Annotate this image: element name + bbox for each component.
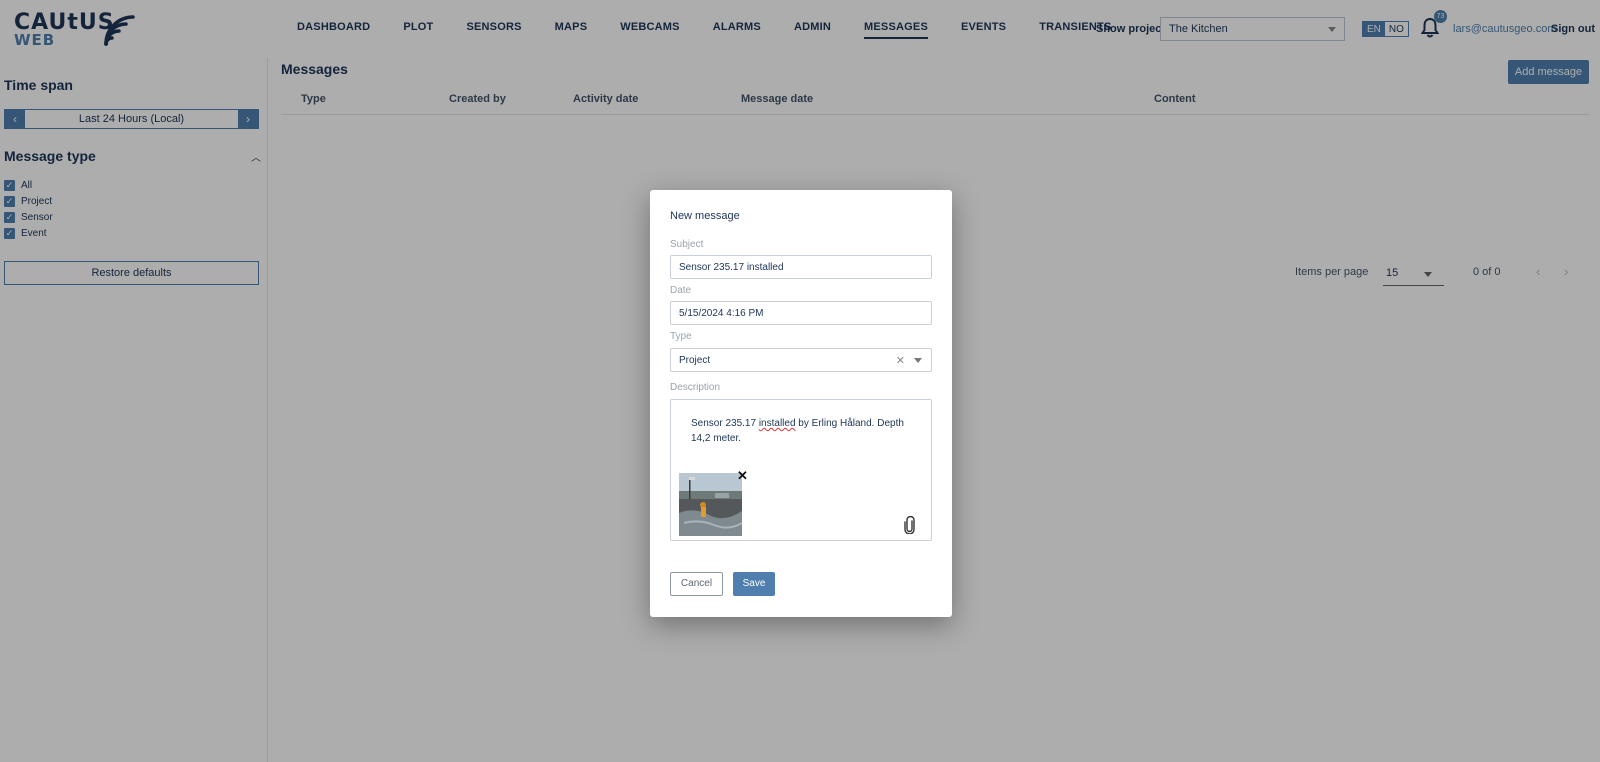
type-select-value: Project <box>679 355 711 366</box>
clear-icon[interactable]: ✕ <box>896 354 905 367</box>
new-message-dialog: New message Subject Sensor 235.17 instal… <box>650 190 952 617</box>
chevron-down-icon[interactable] <box>914 358 922 363</box>
subject-label: Subject <box>670 239 704 250</box>
attachment-thumbnail[interactable] <box>679 473 742 536</box>
description-label: Description <box>670 382 721 393</box>
spellcheck-word: installed <box>758 418 796 429</box>
type-label: Type <box>670 331 692 342</box>
save-button[interactable]: Save <box>733 572 775 596</box>
attachment-photo <box>679 473 742 536</box>
subject-input[interactable]: Sensor 235.17 installed <box>670 255 932 279</box>
description-text-part: Sensor 235.17 <box>691 418 759 429</box>
cancel-button[interactable]: Cancel <box>670 572 723 596</box>
paperclip-icon[interactable] <box>904 516 916 534</box>
description-text[interactable]: Sensor 235.17 installed by Erling Håland… <box>691 416 916 446</box>
type-select[interactable]: Project ✕ <box>670 348 932 372</box>
remove-attachment-icon[interactable]: ✕ <box>737 468 748 484</box>
dialog-title: New message <box>670 210 740 222</box>
description-editor[interactable]: Sensor 235.17 installed by Erling Håland… <box>670 399 932 541</box>
date-label: Date <box>670 285 692 296</box>
date-input[interactable]: 5/15/2024 4:16 PM <box>670 301 932 325</box>
